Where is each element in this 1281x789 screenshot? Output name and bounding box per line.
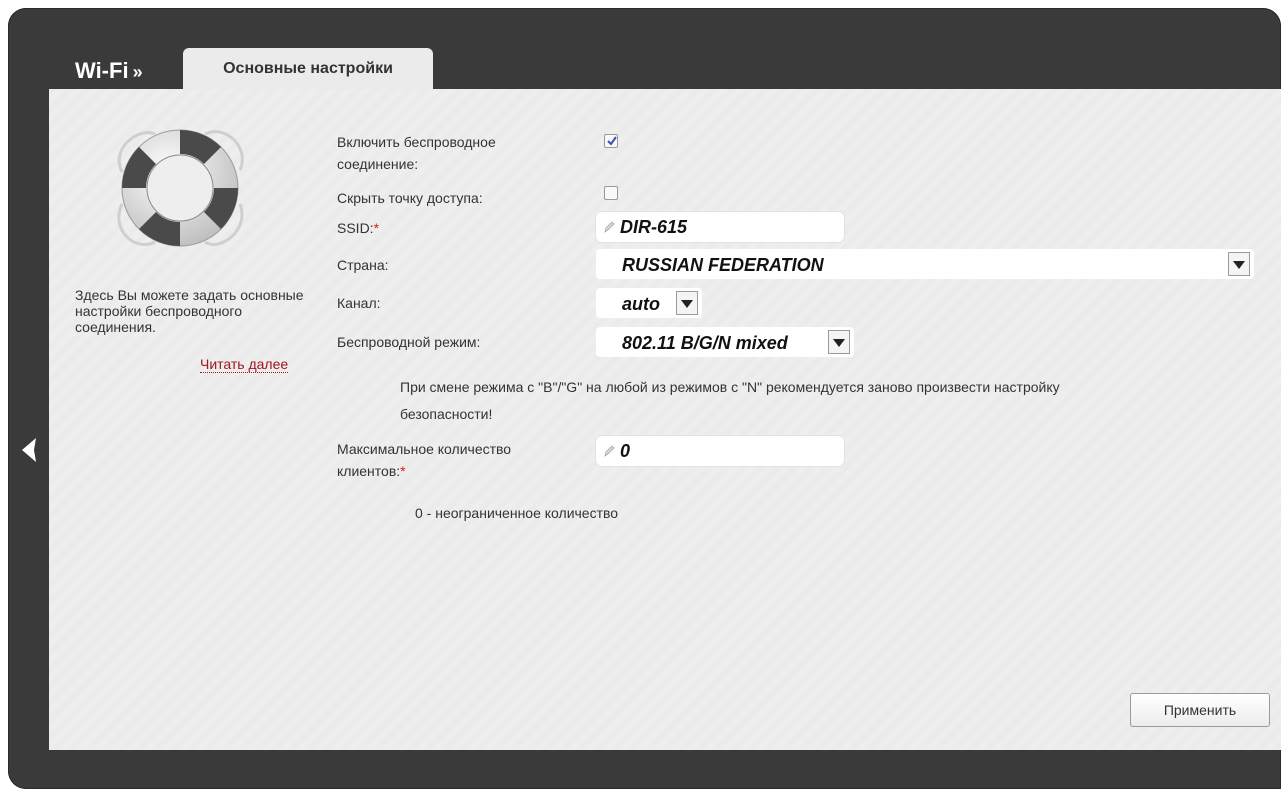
wireless-mode-label: Беспроводной режим: [337, 334, 481, 350]
enable-wireless-checkbox[interactable] [604, 134, 618, 148]
wireless-mode-note-line1: При смене режима с "B"/"G" на любой из р… [400, 379, 1060, 395]
back-arrow-icon[interactable] [18, 435, 42, 465]
wireless-mode-note-line2: безопасности! [400, 406, 493, 422]
country-value: RUSSIAN FEDERATION [622, 255, 824, 275]
chevron-down-icon[interactable] [1228, 252, 1250, 276]
required-mark: * [373, 220, 380, 236]
max-clients-value: 0 [620, 441, 631, 461]
apply-button[interactable]: Применить [1130, 693, 1270, 727]
wireless-mode-value: 802.11 B/G/N mixed [622, 333, 788, 353]
page-title: Wi-Fi» [75, 58, 143, 84]
ssid-label-text: SSID: [337, 220, 374, 236]
breadcrumb-separator: » [132, 62, 143, 82]
chevron-down-icon[interactable] [676, 291, 698, 315]
wireless-mode-select[interactable]: 802.11 B/G/N mixed [596, 327, 854, 357]
country-label: Страна: [337, 257, 389, 273]
max-clients-label-line2: клиентов: [337, 463, 401, 479]
max-clients-label-line1: Максимальное количество [337, 441, 512, 457]
hide-ap-label: Скрыть точку доступа: [337, 190, 483, 206]
help-description: Здесь Вы можете задать основные настройк… [75, 287, 304, 335]
max-clients-note: 0 - неограниченное количество [415, 505, 619, 521]
tab-basic-settings[interactable]: Основные настройки [183, 48, 433, 90]
lifebuoy-icon [117, 129, 244, 247]
channel-value: auto [622, 294, 660, 314]
ssid-field[interactable]: DIR-615 [596, 212, 844, 242]
channel-select[interactable]: auto [596, 288, 702, 318]
country-select[interactable]: RUSSIAN FEDERATION [596, 249, 1254, 279]
max-clients-field[interactable]: 0 [596, 436, 844, 466]
enable-wireless-label-line1: Включить беспроводное [337, 134, 496, 150]
max-clients-label: Максимальное количество клиентов:* [337, 438, 511, 482]
required-mark: * [400, 463, 406, 479]
chevron-down-icon[interactable] [828, 330, 850, 354]
read-more-link[interactable]: Читать далее [200, 356, 289, 373]
enable-wireless-label-line2: соединение: [337, 156, 419, 172]
pencil-icon [604, 445, 615, 457]
pencil-icon [604, 221, 615, 233]
channel-label: Канал: [337, 295, 381, 311]
hide-ap-checkbox[interactable] [604, 186, 618, 200]
ssid-value: DIR-615 [620, 217, 688, 237]
section-title: Wi-Fi [75, 58, 129, 83]
enable-wireless-label: Включить беспроводное соединение: [337, 131, 496, 175]
ssid-label: SSID:* [337, 217, 379, 239]
checkmark-icon [607, 136, 617, 146]
